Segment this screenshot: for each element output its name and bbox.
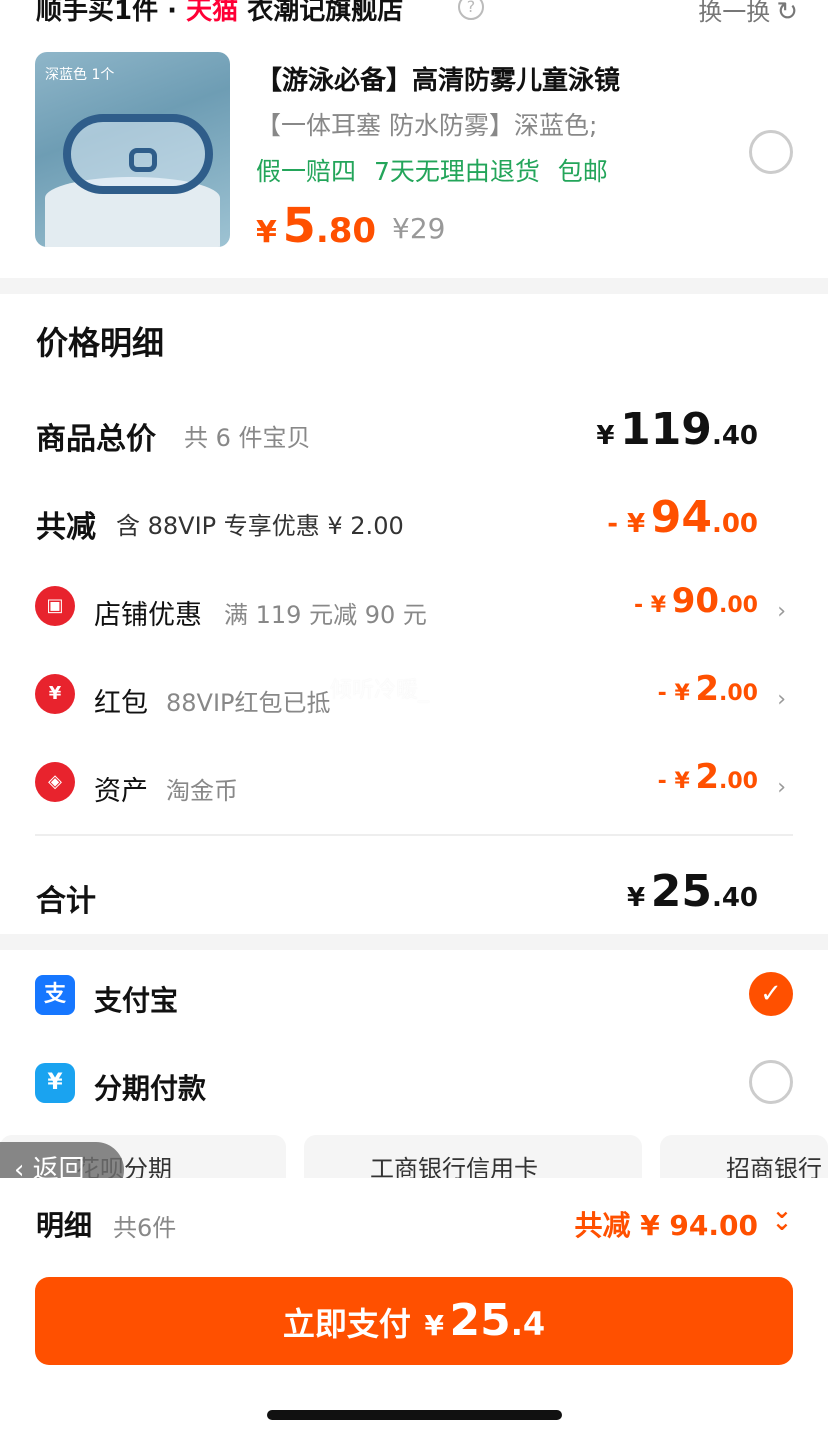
store-name[interactable]: 顺手买1件 · 天猫 衣潮记旗舰店 xyxy=(36,0,403,27)
swap-label: 换一换 xyxy=(698,0,771,26)
product-select-radio[interactable] xyxy=(749,130,793,174)
total-amount: ¥ 119.40 xyxy=(596,404,758,455)
pay-button-text: 立即支付 xyxy=(282,1305,411,1343)
price-currency: ¥ xyxy=(256,215,277,250)
store-title: 衣潮记旗舰店 xyxy=(247,0,404,26)
assets-currency: - ¥ xyxy=(657,769,690,794)
product-services: 假一赔四 7天无理由退货 包邮 xyxy=(256,157,608,186)
help-icon[interactable]: ? xyxy=(458,0,484,20)
reduction-dec: .00 xyxy=(711,509,758,539)
store-prefix: 顺手买1件 xyxy=(36,0,159,26)
store-discount-currency: - ¥ xyxy=(634,593,667,618)
reduction-int: 94 xyxy=(650,492,712,543)
detail-label[interactable]: 明细 xyxy=(36,1204,92,1244)
chevron-right-icon: › xyxy=(777,687,786,712)
installment-label: 分期付款 xyxy=(94,1072,207,1105)
store-header: 顺手买1件 · 天猫 衣潮记旗舰店 ? 换一换 ↻ xyxy=(0,0,828,28)
swap-button[interactable]: 换一换 ↻ xyxy=(698,0,798,27)
goggles-illustration xyxy=(63,114,213,194)
assets-label: 资产 xyxy=(94,776,148,807)
divider xyxy=(35,834,793,836)
store-discount-row[interactable]: ▣ 店铺优惠 满 119 元减 90 元 - ¥ 90.00 › xyxy=(0,581,828,641)
assets-int: 2 xyxy=(695,757,720,797)
sum-currency: ¥ xyxy=(627,883,646,913)
reduction-currency: - ¥ xyxy=(607,509,646,539)
tmall-label: 天猫 xyxy=(186,0,239,26)
red-packet-dec: .00 xyxy=(719,681,758,706)
double-chevron-down-icon[interactable]: ⌄ ⌄ xyxy=(772,1198,792,1234)
sum-dec: .40 xyxy=(711,883,758,913)
pay-dec: .4 xyxy=(510,1305,546,1343)
total-int: 119 xyxy=(620,404,712,455)
store-discount-label: 店铺优惠 xyxy=(94,600,202,631)
price-int: 5 xyxy=(282,198,316,254)
checkmark-icon[interactable]: ✓ xyxy=(749,972,793,1016)
pay-currency: ¥ xyxy=(424,1309,444,1342)
total-price-row: 商品总价 共 6 件宝贝 ¥ 119.40 xyxy=(0,404,828,464)
price-detail-title: 价格明细 xyxy=(36,324,165,362)
pay-now-button[interactable]: 立即支付 ¥ 25.4 xyxy=(35,1277,793,1365)
bottom-bar: 明细 共6件 共减 ¥ 94.00 ⌄ ⌄ 立即支付 ¥ 25.4 xyxy=(0,1178,828,1437)
chip-icbc[interactable]: 工商银行信用卡 xyxy=(304,1135,642,1179)
chevron-right-icon: › xyxy=(777,599,786,624)
detail-count: 共6件 xyxy=(113,1214,177,1242)
sum-int: 25 xyxy=(650,866,712,917)
image-sku-tag: 深蓝色 1个 xyxy=(45,67,115,83)
assets-note: 淘金币 xyxy=(166,777,238,805)
product-card[interactable]: 深蓝色 1个 【游泳必备】高清防雾儿童泳镜 【一体耳塞 防水防雾】深蓝色; 假一… xyxy=(0,28,828,278)
sum-label: 合计 xyxy=(36,884,96,919)
assets-amount: - ¥ 2.00 xyxy=(658,757,758,797)
price-dec: .80 xyxy=(315,211,377,251)
red-packet-currency: - ¥ xyxy=(657,681,690,706)
reduction-note: 含 88VIP 专享优惠 ¥ 2.00 xyxy=(116,512,404,540)
reduction-row: 共减 含 88VIP 专享优惠 ¥ 2.00 - ¥ 94.00 xyxy=(0,492,828,552)
chip-label: 招商银行 xyxy=(726,1155,822,1179)
installment-radio[interactable] xyxy=(749,1060,793,1104)
payment-alipay[interactable]: 支 支付宝 ✓ xyxy=(0,967,828,1027)
section-gap xyxy=(0,278,828,294)
store-icon: ▣ xyxy=(35,586,75,626)
store-discount-dec: .00 xyxy=(719,593,758,618)
section-gap xyxy=(0,934,828,950)
product-sku: 【一体耳塞 防水防雾】深蓝色; xyxy=(256,111,598,140)
reduction-amount: - ¥ 94.00 xyxy=(607,492,758,543)
separator-dot: · xyxy=(167,0,178,26)
watermark: 倾听冷暖_ xyxy=(330,678,430,703)
alipay-label: 支付宝 xyxy=(94,984,179,1017)
red-packet-amount: - ¥ 2.00 xyxy=(658,669,758,709)
chip-cmb[interactable]: 招商银行 xyxy=(660,1135,828,1179)
sum-row: 合计 ¥ 25.40 xyxy=(0,866,828,926)
total-dec: .40 xyxy=(711,421,758,451)
total-label: 商品总价 xyxy=(36,422,156,457)
pay-int: 25 xyxy=(449,1295,511,1346)
chip-label: 工商银行信用卡 xyxy=(370,1155,538,1179)
product-title: 【游泳必备】高清防雾儿童泳镜 xyxy=(256,66,621,96)
refresh-icon: ↻ xyxy=(776,0,798,27)
store-discount-int: 90 xyxy=(671,581,720,621)
detail-savings[interactable]: 共减 ¥ 94.00 xyxy=(574,1204,758,1244)
store-discount-rule: 满 119 元减 90 元 xyxy=(224,601,427,629)
red-packet-note: 88VIP红包已抵 xyxy=(166,689,331,717)
product-image[interactable]: 深蓝色 1个 xyxy=(35,52,230,247)
red-packet-label: 红包 xyxy=(94,688,148,719)
home-indicator xyxy=(267,1410,562,1420)
installment-icon: ¥ xyxy=(35,1063,75,1103)
coupon-tag-icon: ◈ xyxy=(35,762,75,802)
reduction-label: 共减 xyxy=(36,510,96,545)
total-currency: ¥ xyxy=(596,421,615,451)
alipay-icon: 支 xyxy=(35,975,75,1015)
payment-installment[interactable]: ¥ 分期付款 xyxy=(0,1055,828,1115)
red-packet-icon: ¥ xyxy=(35,674,75,714)
sum-amount: ¥ 25.40 xyxy=(627,866,758,917)
store-discount-amount: - ¥ 90.00 xyxy=(634,581,758,621)
assets-row[interactable]: ◈ 资产 淘金币 - ¥ 2.00 › xyxy=(0,757,828,817)
total-count: 共 6 件宝贝 xyxy=(184,424,311,452)
product-price: ¥ 5.80 xyxy=(256,198,376,254)
red-packet-int: 2 xyxy=(695,669,720,709)
chevron-right-icon: › xyxy=(777,775,786,800)
assets-dec: .00 xyxy=(719,769,758,794)
original-price: ¥29 xyxy=(392,212,446,245)
